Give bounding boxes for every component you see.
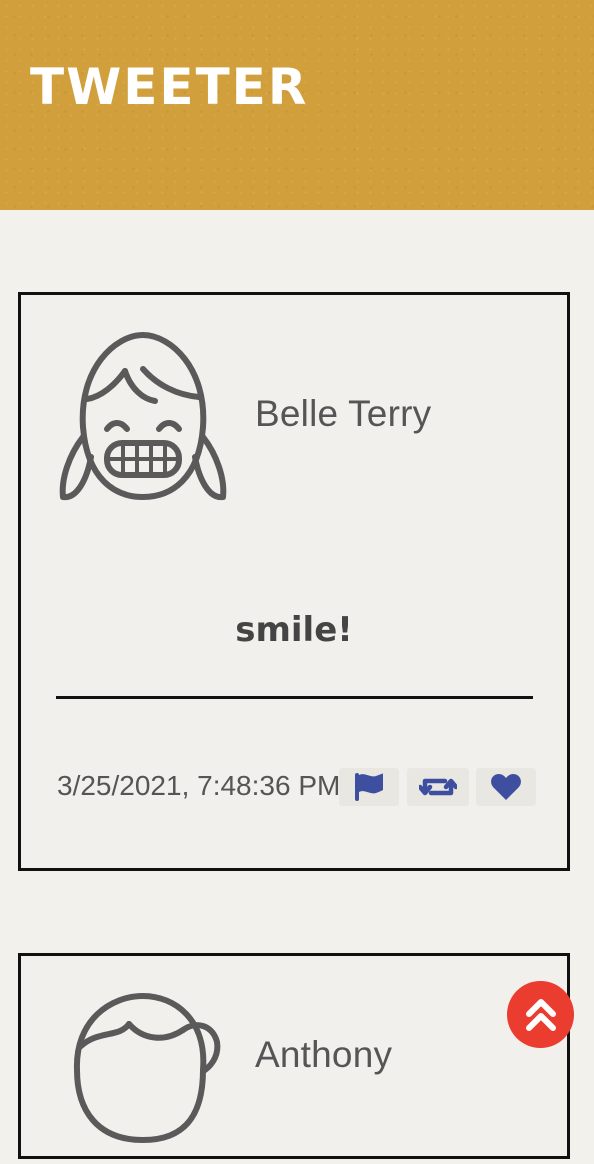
ponytail-person-avatar-icon [57, 990, 229, 1164]
grinning-girl-avatar-icon [57, 329, 229, 503]
site-title: Tweeter [30, 58, 309, 116]
tweet-card: Belle Terry smile! 3/25/2021, 7:48:36 PM [18, 292, 570, 871]
tweet-card: Anthony [18, 953, 570, 1159]
flag-icon [355, 773, 383, 801]
heart-icon [491, 773, 521, 800]
tweet-author-name: Anthony [255, 1034, 393, 1075]
back-to-top-button[interactable] [507, 981, 574, 1048]
tweet-author-name: Belle Terry [255, 393, 432, 434]
flag-button[interactable] [339, 768, 399, 806]
double-chevron-up-icon [525, 998, 556, 1031]
site-header: Tweeter [0, 0, 594, 210]
retweet-icon [419, 778, 457, 796]
retweet-button[interactable] [407, 768, 469, 806]
tweet-divider [56, 696, 533, 699]
tweet-content: smile! [235, 610, 353, 650]
like-button[interactable] [476, 768, 536, 806]
tweet-timestamp: 3/25/2021, 7:48:36 PM [57, 770, 341, 801]
